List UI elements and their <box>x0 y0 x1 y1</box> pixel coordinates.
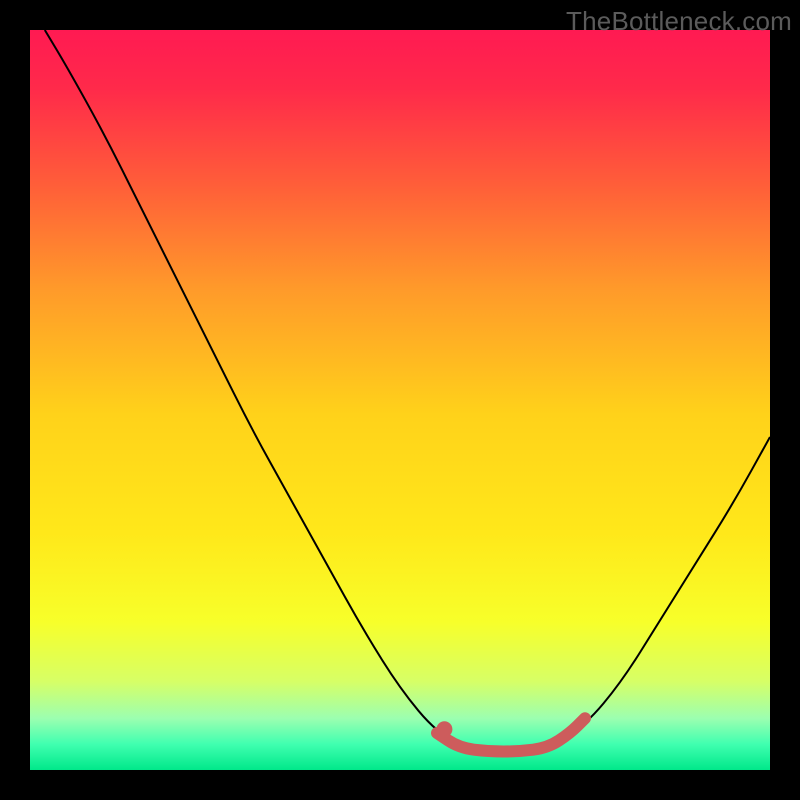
chart-frame: TheBottleneck.com <box>0 0 800 800</box>
optimal-dot <box>436 721 452 737</box>
watermark-text: TheBottleneck.com <box>566 6 792 37</box>
gradient-background <box>30 30 770 770</box>
plot-area <box>30 30 770 770</box>
chart-svg <box>30 30 770 770</box>
